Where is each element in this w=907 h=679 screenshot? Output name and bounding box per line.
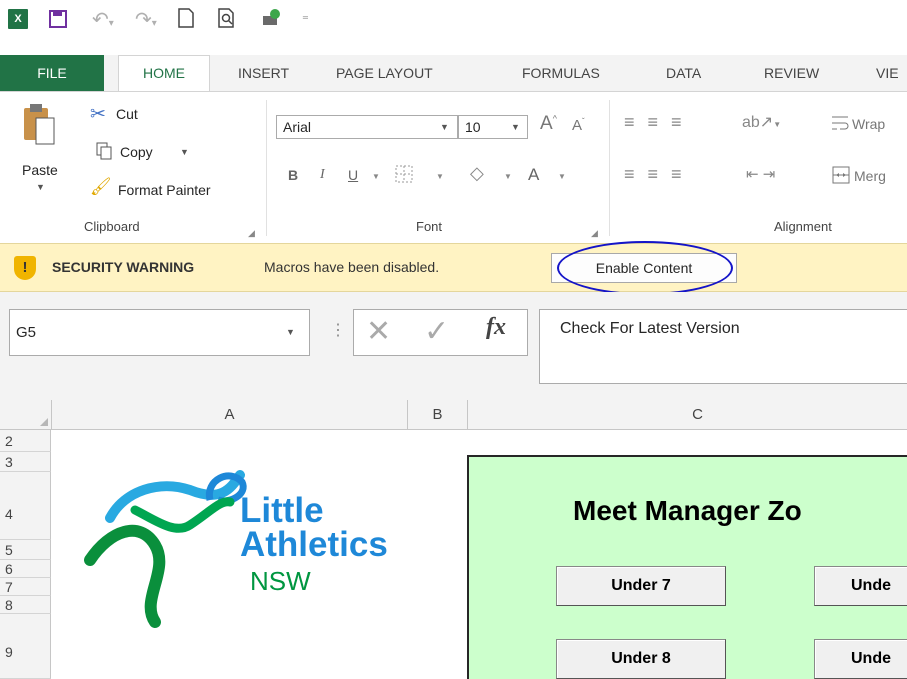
borders-icon[interactable] (394, 164, 414, 187)
select-all-corner[interactable] (0, 400, 52, 430)
italic-button[interactable]: I (320, 167, 325, 183)
customize-icon[interactable]: ₌ (302, 8, 309, 24)
little-athletics-logo-icon (80, 460, 250, 633)
font-size-dropdown-icon[interactable]: ▼ (511, 122, 520, 132)
font-color-dropdown-icon[interactable]: ▼ (558, 172, 566, 181)
group-divider (609, 100, 610, 236)
logo-text-little: Little (240, 491, 324, 530)
clipboard-group-label: Clipboard (84, 219, 140, 234)
save-icon[interactable] (48, 9, 68, 32)
tab-formulas[interactable]: FORMULAS (522, 55, 600, 91)
name-box-dropdown-icon[interactable]: ▼ (286, 327, 295, 337)
group-divider (266, 100, 267, 236)
under-7-button[interactable]: Under 7 (556, 566, 726, 606)
wrap-text-button[interactable]: Wrap (852, 116, 885, 132)
tab-page-layout[interactable]: PAGE LAYOUT (336, 55, 433, 91)
print-preview-icon[interactable] (218, 8, 238, 31)
under-button-col2[interactable]: Unde (814, 566, 907, 606)
tab-insert[interactable]: INSERT (238, 55, 289, 91)
format-painter-button[interactable]: Format Painter (118, 182, 211, 198)
grow-font-icon[interactable]: A^ (540, 113, 557, 135)
cut-icon[interactable]: ✂ (90, 103, 106, 126)
tab-review[interactable]: REVIEW (764, 55, 819, 91)
underline-dropdown-icon[interactable]: ▼ (372, 172, 380, 181)
share-icon[interactable] (262, 8, 282, 31)
paste-icon[interactable] (22, 102, 56, 149)
column-header-b[interactable]: B (408, 400, 468, 430)
excel-icon: X (8, 9, 28, 29)
row-header[interactable]: 8 (0, 596, 51, 614)
align-left-icon[interactable]: ≡ ≡ ≡ (624, 164, 686, 185)
merge-center-icon[interactable] (832, 166, 850, 187)
indent-icon[interactable]: ⇤ ⇥ (746, 165, 775, 183)
copy-dropdown-icon[interactable]: ▼ (180, 147, 189, 157)
row-header[interactable]: 9 (0, 614, 51, 679)
font-color-button[interactable]: A (528, 165, 539, 185)
tab-home[interactable]: HOME (118, 55, 210, 92)
format-painter-icon[interactable]: 🖌 (90, 177, 112, 197)
panel-title: Meet Manager Zo (573, 495, 802, 526)
undo-icon[interactable]: ↶▾ (92, 7, 114, 32)
merge-center-button[interactable]: Merg (854, 168, 886, 184)
column-header-a[interactable]: A (52, 400, 408, 430)
alignment-group-label: Alignment (774, 219, 832, 234)
formula-input[interactable]: Check For Latest Version (539, 309, 907, 384)
redo-icon[interactable]: ↷▾ (135, 7, 157, 32)
row-header[interactable]: 5 (0, 540, 51, 560)
tab-view[interactable]: VIE (876, 55, 899, 91)
row-header[interactable]: 7 (0, 578, 51, 596)
logo-text-nsw: NSW (250, 566, 311, 596)
insert-function-icon[interactable]: fx (486, 314, 506, 341)
formula-bar-splitter-icon[interactable]: ⋮ (330, 320, 346, 340)
logo-text-athletics: Athletics (240, 525, 388, 564)
cut-button[interactable]: Cut (116, 106, 138, 122)
cancel-icon[interactable]: ✕ (366, 314, 391, 349)
name-box[interactable]: G5 (9, 309, 310, 356)
top-align-icon[interactable]: ≡ ≡ ≡ (624, 112, 686, 133)
underline-button[interactable]: U (348, 167, 358, 183)
fill-color-icon[interactable]: ◇ (470, 163, 484, 184)
font-name-combo[interactable]: Arial (276, 115, 458, 139)
wrap-text-icon[interactable] (830, 114, 850, 135)
borders-dropdown-icon[interactable]: ▼ (436, 172, 444, 181)
row-header[interactable]: 2 (0, 430, 51, 452)
orientation-icon[interactable]: ab↗▼ (742, 112, 781, 132)
copy-button[interactable]: Copy (120, 144, 153, 160)
under-8-button[interactable]: Under 8 (556, 639, 726, 679)
font-name-dropdown-icon[interactable]: ▼ (440, 122, 449, 132)
paste-button[interactable]: Paste (22, 162, 58, 178)
tab-file[interactable]: FILE (0, 55, 104, 91)
annotation-circle (557, 241, 733, 295)
column-header-c[interactable]: C (468, 400, 907, 430)
fill-color-dropdown-icon[interactable]: ▼ (504, 172, 512, 181)
bold-button[interactable]: B (288, 167, 298, 183)
enter-icon[interactable]: ✓ (424, 314, 449, 349)
security-warning-title: SECURITY WARNING (52, 259, 195, 275)
row-header[interactable]: 6 (0, 560, 51, 578)
under-button-col2-row2[interactable]: Unde (814, 639, 907, 679)
font-group-label: Font (416, 219, 443, 234)
row-header[interactable]: 4 (0, 472, 51, 540)
paste-dropdown-icon[interactable]: ▼ (36, 182, 45, 192)
shrink-font-icon[interactable]: Aˇ (572, 117, 585, 134)
warning-shield-icon: ! (14, 256, 36, 280)
tab-data[interactable]: DATA (666, 55, 701, 91)
row-header[interactable]: 3 (0, 452, 51, 472)
copy-icon[interactable] (96, 142, 112, 163)
font-launcher-icon[interactable]: ◢ (591, 228, 598, 239)
new-icon[interactable] (178, 8, 194, 31)
security-warning-message: Macros have been disabled. (264, 259, 440, 275)
clipboard-launcher-icon[interactable]: ◢ (248, 228, 255, 239)
